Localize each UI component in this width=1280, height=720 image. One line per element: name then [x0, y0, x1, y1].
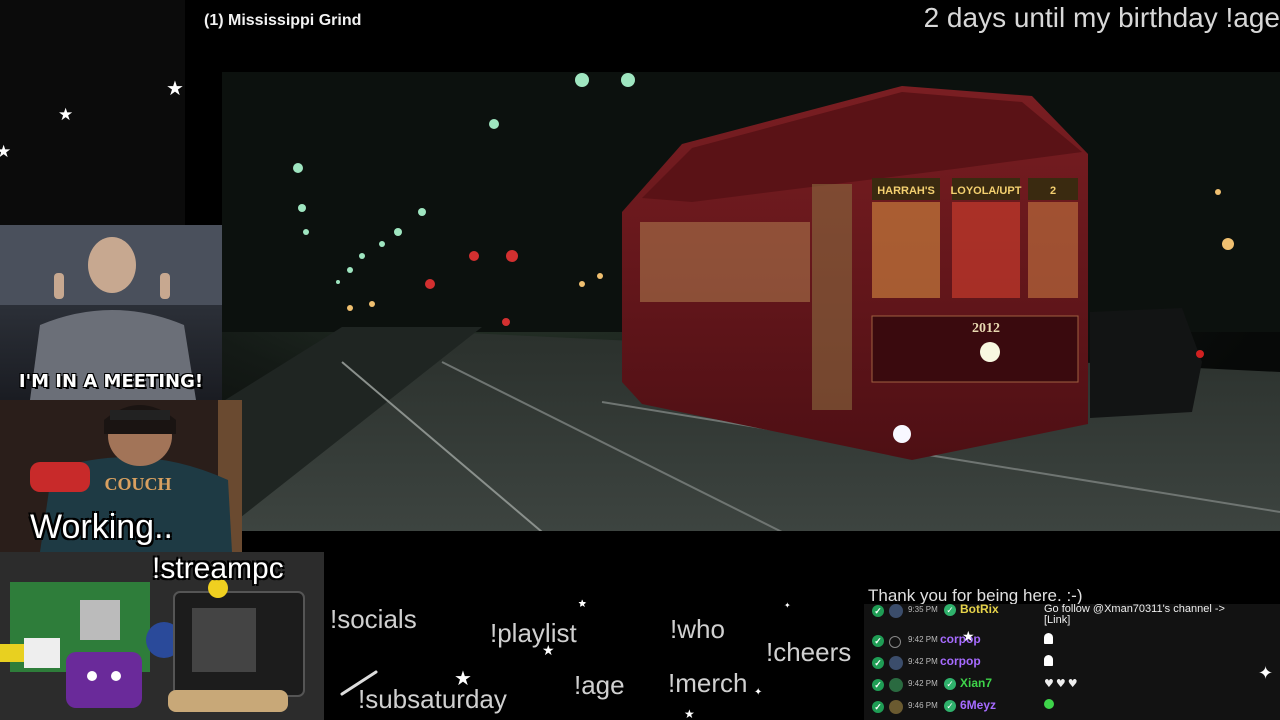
chat-timestamp: 9:35 PM [908, 605, 938, 614]
streetcar-sign-1: HARRAH'S [877, 185, 935, 197]
stream-pc-photo: !streampc [0, 552, 324, 720]
command-merch: !merch [668, 668, 748, 698]
webcam-feed: COUCH Working.. [0, 400, 242, 552]
chat-panel[interactable]: ✓ 9:35 PM ✓ BotRix Go follow @Xman70311'… [864, 604, 1280, 720]
green-hearts-icon: ♥♥♥ [1044, 677, 1080, 690]
star-icon: ★ [962, 629, 975, 645]
green-blob-icon [1044, 699, 1054, 712]
streetcar-sign-3: 2 [1050, 185, 1056, 197]
chat-message: ✓ 9:42 PM corpop [864, 654, 1280, 674]
chat-timestamp: 9:46 PM [908, 701, 938, 710]
star-icon: ★ [578, 599, 587, 609]
command-who: !who [670, 614, 725, 644]
commands-panel: !socials !playlist !who !cheers !subsatu… [324, 600, 864, 720]
meeting-caption: I'M IN A MEETING! [18, 371, 204, 392]
streetcar-scene: HARRAH'S LOYOLA/UPT 2 2012 [222, 72, 1280, 532]
thanks-message: Thank you for being here. :-) [868, 586, 1083, 605]
avatar [889, 656, 903, 670]
streetcar-sign-2: LOYOLA/UPT [951, 185, 1022, 197]
mod-badge-icon: ✓ [872, 605, 884, 617]
star-icon: ★ [454, 666, 472, 690]
star-icon: ✦ [754, 687, 763, 698]
verified-badge-icon: ✓ [944, 700, 956, 712]
star-icon: ★ [0, 142, 12, 162]
shooting-star-icon [340, 670, 378, 696]
mod-badge-icon: ✓ [872, 657, 884, 669]
meeting-gif: I'M IN A MEETING! [0, 225, 222, 400]
chat-text-link[interactable]: [Link] [1044, 614, 1070, 626]
sparkle-icon: ✦ [784, 601, 791, 610]
verified-badge-icon: ✓ [944, 604, 956, 616]
avatar [889, 604, 903, 618]
star-icon: ★ [166, 76, 184, 100]
chat-message: ✓ 9:35 PM ✓ BotRix Go follow @Xman70311'… [864, 604, 1280, 626]
chat-message: ✓ 9:42 PM ✓ Xian7 ♥♥♥ [864, 676, 1280, 696]
mod-badge-icon: ✓ [872, 679, 884, 691]
command-playlist: !playlist [490, 618, 577, 648]
now-playing-title: (1) Mississippi Grind [204, 12, 362, 29]
chat-username[interactable]: 6Meyz [960, 698, 996, 712]
avatar [889, 678, 903, 692]
left-top-panel [0, 0, 185, 225]
ghost-icon [1044, 633, 1053, 647]
webcam-status: Working.. [30, 508, 173, 546]
sparkle-icon: ✦ [1258, 663, 1274, 684]
svg-text:COUCH: COUCH [105, 474, 172, 494]
chat-username[interactable]: Xian7 [960, 676, 992, 690]
command-socials: !socials [330, 604, 417, 634]
ghost-icon [1044, 655, 1053, 669]
stream-overlay: ★ ★ ★ (1) Mississippi Grind 2 days until… [0, 0, 1280, 720]
chat-timestamp: 9:42 PM [908, 657, 938, 666]
video-player[interactable]: HARRAH'S LOYOLA/UPT 2 2012 [222, 72, 1280, 532]
mod-badge-icon: ✓ [872, 635, 884, 647]
birthday-ticker: 2 days until my birthday !age [923, 2, 1280, 33]
chat-username[interactable]: corpop [940, 654, 981, 668]
star-icon: ★ [684, 707, 695, 720]
chat-message: ✓ 9:46 PM ✓ 6Meyz [864, 698, 1280, 718]
avatar [889, 700, 903, 714]
command-subsaturday: !subsaturday [358, 684, 507, 714]
chat-username[interactable]: BotRix [960, 604, 999, 616]
chat-text: Go follow @Xman70311's channel -> [1044, 604, 1225, 615]
chat-timestamp: 9:42 PM [908, 635, 938, 644]
chat-message: ✓ 9:42 PM corpop [864, 632, 1280, 652]
streetcar-number: 2012 [972, 321, 1000, 336]
stream-pc-label: !streampc [152, 552, 284, 585]
avatar [889, 636, 901, 648]
command-age: !age [574, 670, 625, 700]
verified-badge-icon: ✓ [944, 678, 956, 690]
chat-username[interactable]: corpop [940, 632, 981, 646]
star-icon: ★ [542, 643, 555, 659]
command-cheers: !cheers [766, 637, 852, 667]
star-icon: ★ [58, 105, 74, 125]
chat-timestamp: 9:42 PM [908, 679, 938, 688]
mod-badge-icon: ✓ [872, 701, 884, 713]
